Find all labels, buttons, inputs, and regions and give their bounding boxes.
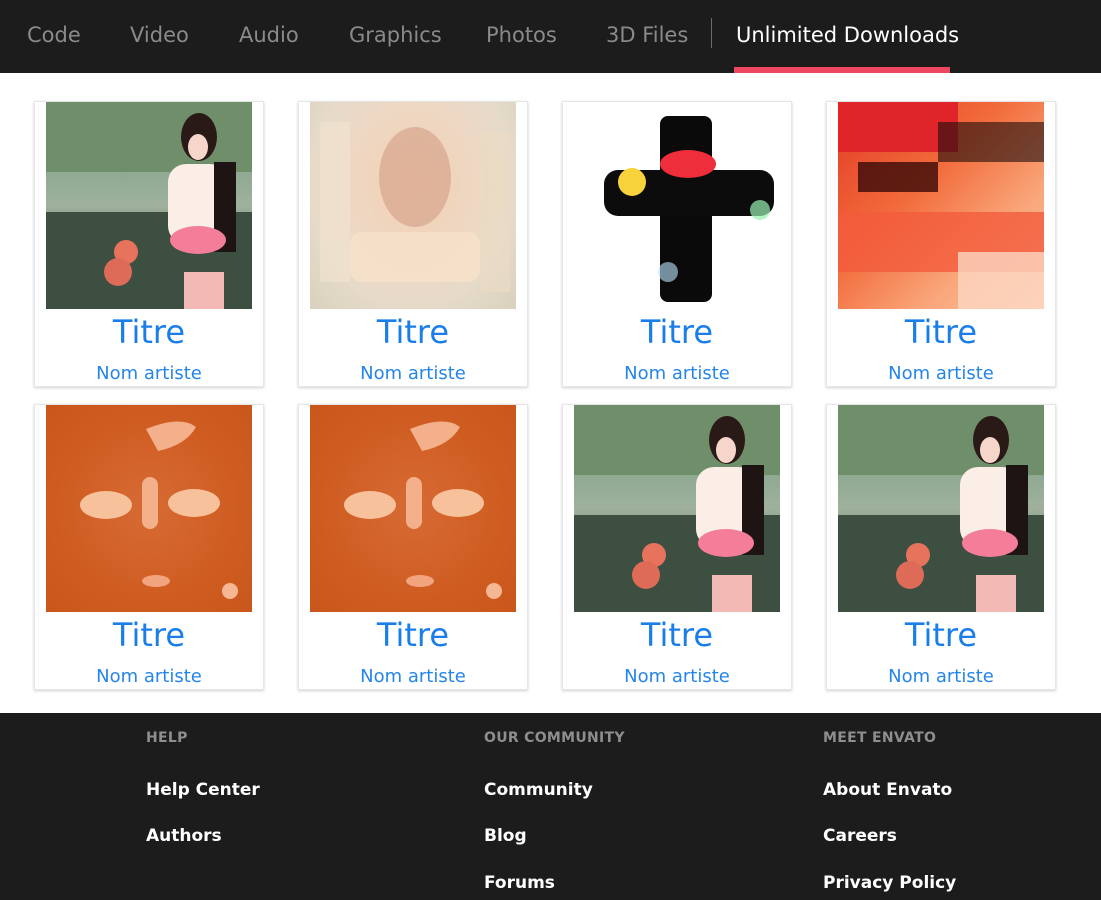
media-card[interactable]: Titre Nom artiste	[826, 101, 1056, 387]
card-artist[interactable]: Nom artiste	[563, 361, 791, 387]
media-card[interactable]: Titre Nom artiste	[826, 404, 1056, 690]
card-title[interactable]: Titre	[563, 310, 791, 354]
nav-item-audio[interactable]: Audio	[239, 0, 299, 73]
media-card[interactable]: Titre Nom artiste	[562, 404, 792, 690]
card-thumbnail[interactable]	[574, 102, 780, 309]
card-artist[interactable]: Nom artiste	[563, 664, 791, 690]
footer-heading: MEET ENVATO	[823, 730, 937, 746]
footer-link-community[interactable]: Community	[484, 780, 593, 800]
card-artist[interactable]: Nom artiste	[299, 664, 527, 690]
card-thumbnail[interactable]	[838, 405, 1044, 612]
footer-link-privacy-policy[interactable]: Privacy Policy	[823, 873, 956, 893]
card-thumbnail[interactable]	[838, 102, 1044, 309]
footer-link-help-center[interactable]: Help Center	[146, 780, 260, 800]
card-artist[interactable]: Nom artiste	[827, 664, 1055, 690]
top-nav: Code Video Audio Graphics Photos 3D File…	[0, 0, 1101, 73]
card-thumbnail[interactable]	[310, 102, 516, 309]
card-title[interactable]: Titre	[827, 613, 1055, 657]
nav-separator	[711, 18, 712, 48]
nav-item-photos[interactable]: Photos	[486, 0, 557, 73]
media-card[interactable]: Titre Nom artiste	[298, 101, 528, 387]
card-title[interactable]: Titre	[563, 613, 791, 657]
card-thumbnail[interactable]	[574, 405, 780, 612]
card-artist[interactable]: Nom artiste	[827, 361, 1055, 387]
card-title[interactable]: Titre	[35, 310, 263, 354]
card-artist[interactable]: Nom artiste	[35, 361, 263, 387]
card-title[interactable]: Titre	[299, 613, 527, 657]
nav-item-graphics[interactable]: Graphics	[349, 0, 442, 73]
nav-right-background	[962, 0, 1101, 73]
card-thumbnail[interactable]	[46, 405, 252, 612]
card-thumbnail[interactable]	[310, 405, 516, 612]
footer-link-authors[interactable]: Authors	[146, 826, 222, 846]
nav-item-unlimited-downloads[interactable]: Unlimited Downloads	[736, 0, 959, 73]
media-card[interactable]: Titre Nom artiste	[34, 404, 264, 690]
card-artist[interactable]: Nom artiste	[299, 361, 527, 387]
card-title[interactable]: Titre	[35, 613, 263, 657]
nav-item-video[interactable]: Video	[130, 0, 189, 73]
nav-item-3d-files[interactable]: 3D Files	[606, 0, 688, 73]
nav-item-code[interactable]: Code	[27, 0, 81, 73]
footer-link-blog[interactable]: Blog	[484, 826, 527, 846]
card-title[interactable]: Titre	[827, 310, 1055, 354]
card-artist[interactable]: Nom artiste	[35, 664, 263, 690]
card-title[interactable]: Titre	[299, 310, 527, 354]
footer-heading: HELP	[146, 730, 188, 746]
card-thumbnail[interactable]	[46, 102, 252, 309]
media-card[interactable]: Titre Nom artiste	[34, 101, 264, 387]
footer-link-forums[interactable]: Forums	[484, 873, 555, 893]
footer-heading: OUR COMMUNITY	[484, 730, 625, 746]
footer-link-careers[interactable]: Careers	[823, 826, 897, 846]
media-card[interactable]: Titre Nom artiste	[562, 101, 792, 387]
footer-link-about-envato[interactable]: About Envato	[823, 780, 952, 800]
active-tab-indicator	[734, 67, 950, 73]
media-card[interactable]: Titre Nom artiste	[298, 404, 528, 690]
footer: HELP Help Center Authors OUR COMMUNITY C…	[0, 713, 1101, 900]
